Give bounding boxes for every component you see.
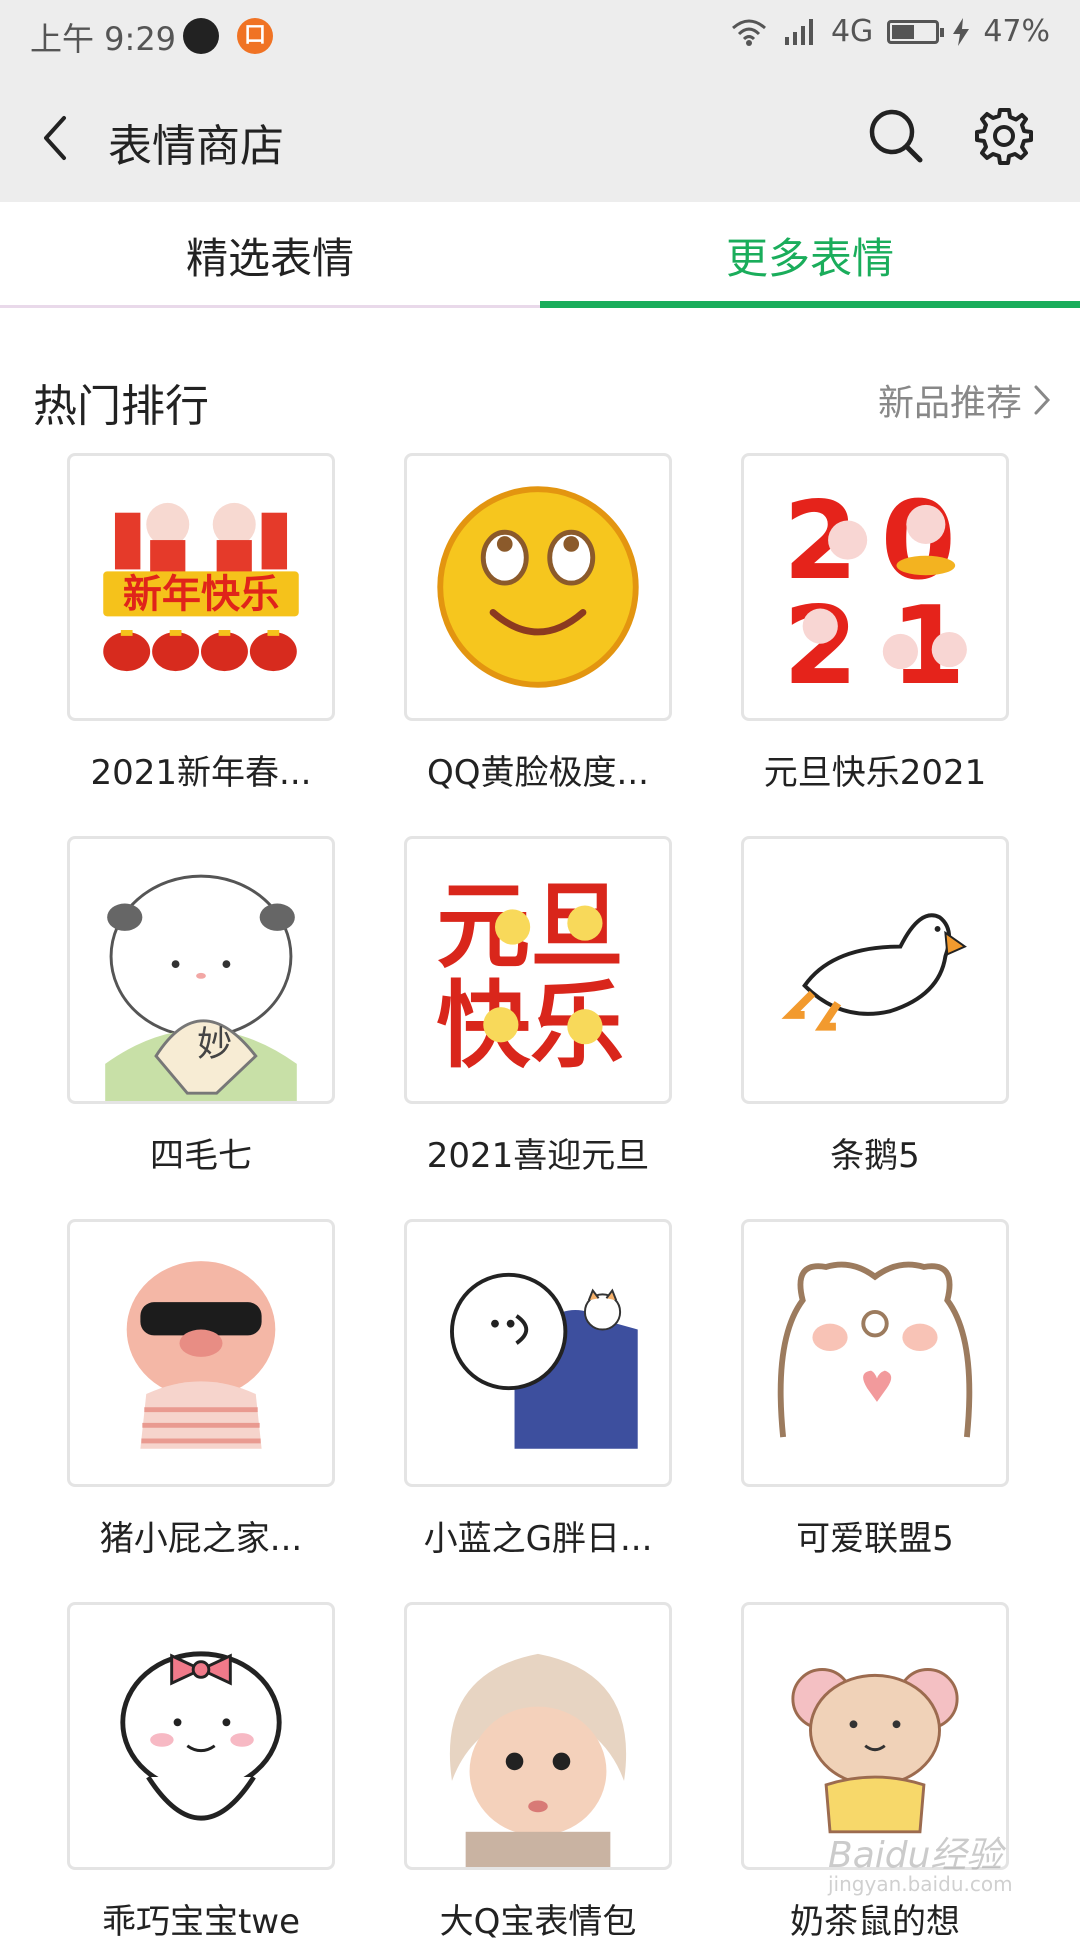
new-recommend-label: 新品推荐 — [877, 383, 1022, 424]
network-type: 4G — [830, 14, 874, 49]
section-title: 热门排行 — [33, 381, 209, 432]
sticker-name[interactable]: 猪小屁之家... — [51, 1511, 351, 1560]
sticker-card-cool-pig[interactable] — [67, 1219, 335, 1487]
sticker-name[interactable]: 大Q宝表情包 — [388, 1894, 688, 1943]
sticker-name[interactable]: 条鹅5 — [725, 1128, 1025, 1177]
sticker-name[interactable]: 2021新年春... — [51, 745, 351, 794]
status-bar: 上午 9:29 口 4G 47% — [0, 0, 1080, 74]
cool-pig-sticker-icon — [126, 1261, 276, 1449]
sticker-card-goose[interactable] — [741, 836, 1009, 1104]
tab-active-indicator — [540, 301, 1080, 308]
yuandan-kuaile-sticker-icon: 元旦 快乐 — [436, 872, 624, 1081]
sticker-name[interactable]: 乖巧宝宝twe — [51, 1894, 351, 1943]
sticker-card-baby-dog-hat[interactable] — [404, 1602, 672, 1870]
white-cat-fan-sticker-icon: 妙 — [105, 874, 297, 1101]
tab-divider — [0, 305, 540, 308]
page-title: 表情商店 — [108, 121, 284, 172]
new-year-ox-sticker-icon: 新年快乐 — [103, 502, 299, 672]
blue-hoodie-sticker-icon — [450, 1272, 638, 1449]
wifi-icon — [731, 19, 766, 46]
battery-level — [892, 24, 914, 39]
sticker-name[interactable]: 可爱联盟5 — [725, 1511, 1025, 1560]
sticker-name[interactable]: 元旦快乐2021 — [725, 745, 1025, 794]
sticker-card-bow-baby[interactable] — [67, 1602, 335, 1870]
status-time: 上午 9:29 — [30, 20, 177, 58]
sticker-card-2021-pig[interactable]: 2 0 2 1 — [741, 453, 1009, 721]
smiley-face-sticker-icon — [437, 486, 639, 688]
watermark-url: jingyan.baidu.com — [828, 1872, 1013, 1896]
notification-dot-icon — [183, 18, 219, 54]
sticker-name[interactable]: 2021喜迎元旦 — [388, 1128, 688, 1177]
watermark-logo: Baidu经验 — [828, 1835, 1003, 1876]
bow-baby-sticker-icon — [120, 1651, 282, 1821]
svg-text:妙: 妙 — [197, 1024, 232, 1065]
new-recommend-link[interactable]: 新品推荐 — [878, 374, 1052, 426]
search-icon[interactable] — [864, 104, 928, 168]
gear-icon[interactable] — [972, 104, 1036, 168]
sticker-name[interactable]: 小蓝之G胖日... — [388, 1511, 688, 1560]
sticker-card-blue-hoodie[interactable] — [404, 1219, 672, 1487]
sticker-name[interactable]: 奶茶鼠的想 — [725, 1894, 1025, 1943]
app-notification-icon: 口 — [237, 18, 273, 54]
baby-dog-hat-sticker-icon — [449, 1653, 627, 1867]
2021-pig-sticker-icon: 2 0 2 1 — [783, 479, 967, 709]
svg-text:2: 2 — [783, 584, 858, 709]
tab-more-stickers[interactable]: 更多表情 — [540, 202, 1080, 308]
sticker-card-cat-fan[interactable]: 妙 — [67, 836, 335, 1104]
battery-icon — [887, 19, 945, 44]
tab-bar: 精选表情 更多表情 — [0, 202, 1080, 308]
back-arrow-icon[interactable] — [30, 108, 90, 168]
white-goose-sticker-icon — [781, 913, 967, 1031]
sticker-card-smiley[interactable] — [404, 453, 672, 721]
sticker-card-new-year-ox[interactable]: 新年快乐 — [67, 453, 335, 721]
chevron-right-icon — [1034, 385, 1051, 415]
sticker-card-bear-heart[interactable] — [741, 1219, 1009, 1487]
tab-featured-stickers[interactable]: 精选表情 — [0, 202, 540, 308]
signal-icon — [784, 18, 813, 45]
app-header: 表情商店 — [0, 74, 1080, 202]
sticker-name[interactable]: QQ黄脸极度... — [388, 745, 688, 794]
battery-percent: 47% — [983, 14, 1050, 49]
sticker-name[interactable]: 四毛七 — [51, 1128, 351, 1177]
sticker-card-yuandan[interactable]: 元旦 快乐 — [404, 836, 672, 1104]
svg-text:新年快乐: 新年快乐 — [123, 573, 279, 618]
charging-icon — [953, 17, 970, 46]
bear-heart-sticker-icon — [777, 1261, 973, 1438]
status-indicators: 4G 47% — [729, 14, 1050, 49]
